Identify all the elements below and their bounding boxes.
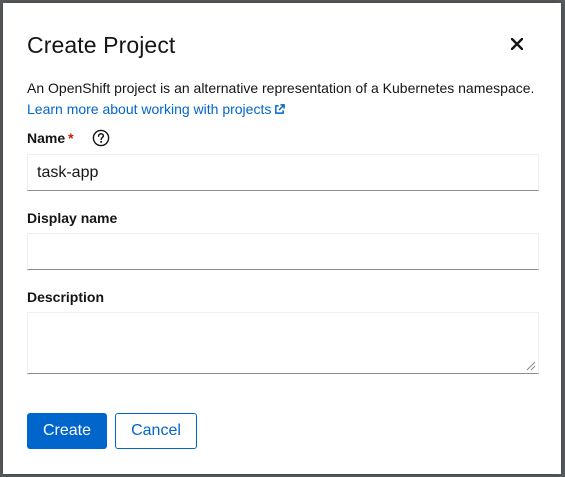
name-label-text: Name bbox=[27, 130, 66, 146]
close-icon bbox=[511, 38, 523, 50]
learn-more-link-text: Learn more about working with projects bbox=[27, 101, 272, 117]
create-project-modal: Create Project An OpenShift project is a… bbox=[3, 3, 561, 474]
display-name-input[interactable] bbox=[27, 233, 539, 270]
name-input[interactable] bbox=[27, 154, 539, 191]
modal-title: Create Project bbox=[27, 32, 176, 58]
question-circle-icon[interactable] bbox=[92, 129, 110, 147]
cancel-button[interactable]: Cancel bbox=[115, 413, 197, 449]
display-name-label: Display name bbox=[27, 210, 118, 226]
description-textarea[interactable] bbox=[27, 312, 539, 374]
name-label: Name * bbox=[27, 129, 74, 147]
description-label: Description bbox=[27, 289, 105, 305]
external-link-icon bbox=[275, 104, 286, 114]
close-button[interactable] bbox=[509, 36, 525, 52]
create-button[interactable]: Create bbox=[27, 413, 107, 449]
required-marker: * bbox=[68, 130, 74, 146]
modal-description: An OpenShift project is an alternative r… bbox=[27, 78, 547, 120]
resize-handle-icon[interactable] bbox=[525, 360, 536, 371]
description-text: An OpenShift project is an alternative r… bbox=[27, 80, 535, 96]
learn-more-link[interactable]: Learn more about working with projects bbox=[27, 101, 286, 117]
